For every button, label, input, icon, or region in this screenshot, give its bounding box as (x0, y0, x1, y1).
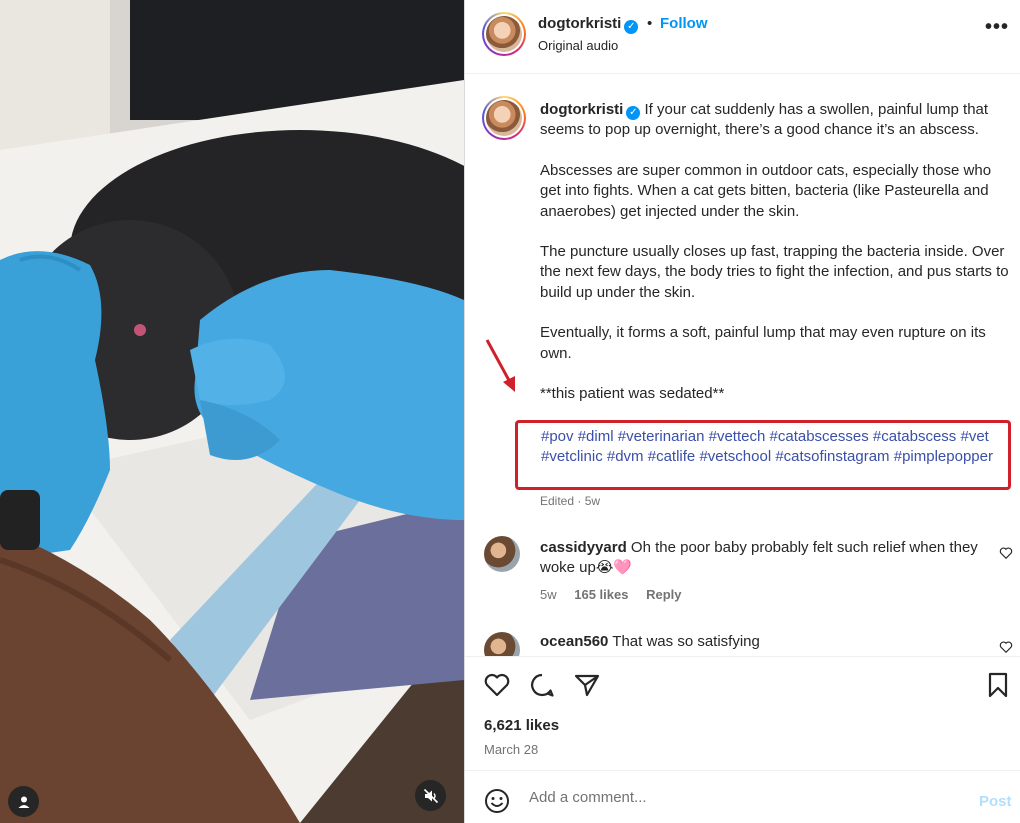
post-actions: 6,621 likes March 28 (465, 656, 1020, 770)
hashtag-link[interactable]: #catlife (648, 448, 696, 465)
hashtag-link[interactable]: #vet (960, 428, 988, 445)
share-send-icon[interactable] (573, 671, 601, 699)
caption-paragraph: Eventually, it forms a soft, painful lum… (540, 324, 986, 362)
post-comment-button[interactable]: Post (979, 793, 1012, 810)
commenter-username[interactable]: ocean560 (540, 633, 608, 650)
hashtag-link[interactable]: #veterinarian (618, 428, 705, 445)
hashtags-highlight-box: #pov #diml #veterinarian #vettech #catab… (515, 420, 1011, 490)
comments-scroll-area[interactable]: dogtorkristi ✓ If your cat suddenly has a… (465, 74, 1020, 656)
comment-body: That was so satisfying (612, 633, 760, 650)
hashtag-link[interactable]: #pov (541, 428, 574, 445)
caption-paragraph: **this patient was sedated** (540, 385, 725, 403)
post-side-panel: dogtorkristi ✓ • Follow Original audio ••… (464, 0, 1020, 823)
hashtag-link[interactable]: #diml (578, 428, 614, 445)
hashtag-link[interactable]: #vetclinic (541, 448, 603, 465)
edited-timestamp: Edited · 5w (540, 494, 601, 508)
comment-text: cassidyyard Oh the poor baby probably fe… (540, 538, 980, 579)
commenter-avatar[interactable] (484, 536, 520, 572)
follow-button[interactable]: Follow (660, 15, 708, 32)
tagged-user-button[interactable] (8, 786, 39, 817)
audio-link[interactable]: Original audio (538, 38, 618, 53)
commenter-username[interactable]: cassidyyard (540, 539, 627, 556)
comment-bubble-icon[interactable] (528, 671, 556, 699)
verified-badge-icon: ✓ (626, 106, 641, 120)
hashtag-link[interactable]: #dvm (607, 448, 644, 465)
video-frame (0, 0, 464, 823)
hashtag-link[interactable]: #catabscess (873, 428, 956, 445)
comment-likes[interactable]: 165 likes (574, 587, 628, 602)
caption-paragraph: dogtorkristi ✓ If your cat suddenly has a… (540, 100, 1010, 141)
likes-count[interactable]: 6,621 likes (484, 717, 559, 734)
author-username-text[interactable]: dogtorkristi (538, 15, 621, 32)
more-options-icon[interactable]: ••• (985, 16, 1009, 39)
post-caption: dogtorkristi ✓ If your cat suddenly has a… (540, 100, 1010, 424)
red-arrow-annotation (485, 339, 515, 392)
caption-paragraph: Abscesses are super common in outdoor ca… (540, 161, 992, 220)
caption-username[interactable]: dogtorkristi (540, 101, 623, 118)
comment-age: 5w (540, 587, 557, 602)
comment-text: ocean560 That was so satisfying (540, 632, 980, 652)
commenter-avatar[interactable] (484, 632, 520, 656)
verified-badge-icon: ✓ (624, 20, 639, 34)
hashtag-link[interactable]: #vetschool (699, 448, 771, 465)
muted-speaker-icon (423, 788, 438, 803)
hashtag-link[interactable]: #vettech (709, 428, 766, 445)
hashtag-link[interactable]: #catabscesses (770, 428, 869, 445)
comment-like-heart-icon[interactable] (999, 546, 1013, 560)
hashtag-link[interactable]: #pimplepopper (894, 448, 993, 465)
comment-meta: 5w 165 likes Reply (540, 587, 696, 602)
like-heart-icon[interactable] (483, 671, 511, 699)
post-header: dogtorkristi ✓ • Follow Original audio ••… (465, 0, 1020, 74)
mute-button[interactable] (415, 780, 446, 811)
author-username[interactable]: dogtorkristi ✓ (538, 15, 639, 34)
add-comment-bar: Post (465, 770, 1020, 823)
comment-like-heart-icon[interactable] (999, 640, 1013, 654)
caption-author-avatar[interactable] (482, 96, 526, 140)
separator-dot: • (647, 15, 653, 32)
user-icon (18, 796, 29, 808)
reply-button[interactable]: Reply (646, 587, 681, 602)
emoji-icon[interactable] (484, 788, 510, 814)
save-bookmark-icon[interactable] (984, 671, 1012, 699)
author-avatar[interactable] (482, 12, 526, 56)
post-date: March 28 (484, 742, 539, 757)
post-media[interactable] (0, 0, 464, 823)
caption-paragraph: The puncture usually closes up fast, tra… (540, 243, 1009, 301)
hashtag-link[interactable]: #catsofinstagram (775, 448, 889, 465)
comment-input[interactable] (529, 789, 949, 806)
